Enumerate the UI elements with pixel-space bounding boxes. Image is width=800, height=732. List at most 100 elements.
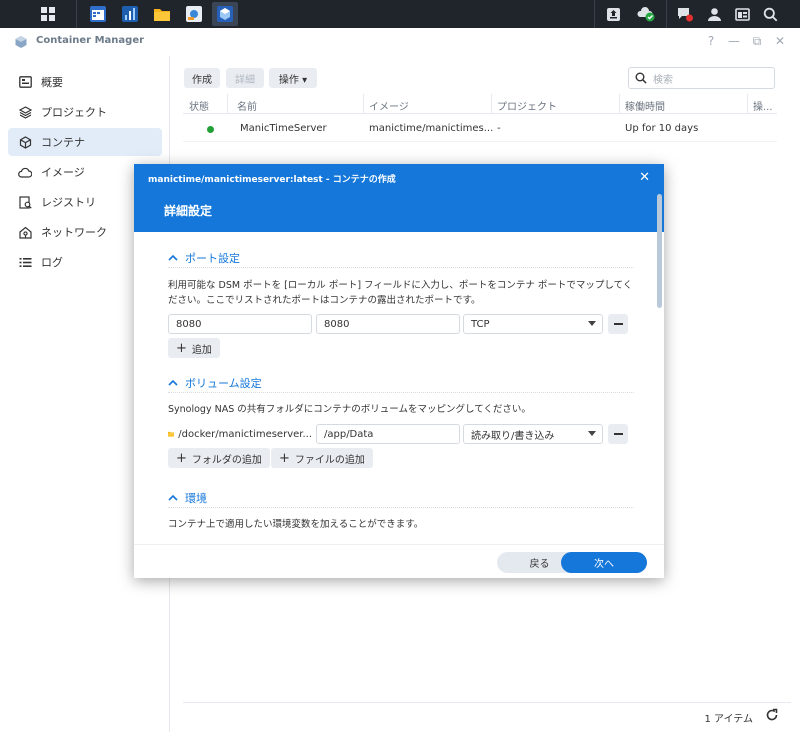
user-button[interactable] [704, 2, 724, 26]
port-settings-header[interactable]: ポート設定 [168, 250, 240, 266]
volume-settings-header[interactable]: ボリューム設定 [168, 375, 262, 391]
minus-icon [613, 323, 623, 325]
remove-port-button[interactable] [608, 314, 628, 334]
storage-app-icon [122, 6, 138, 22]
column-divider [619, 94, 620, 114]
plus-icon: + [279, 450, 290, 466]
taskbar-separator [76, 0, 77, 28]
port-settings-title: ポート設定 [185, 252, 240, 265]
add-folder-button[interactable]: + フォルダの追加 [168, 448, 270, 468]
cloud-sync-icon [637, 7, 655, 22]
maximize-button[interactable]: ⧉ [750, 34, 764, 49]
app-title: Container Manager [36, 35, 145, 46]
upload-button[interactable] [602, 2, 624, 26]
mount-path-input[interactable]: /app/Data [316, 424, 460, 444]
minimize-button[interactable]: — [727, 34, 741, 48]
local-port-input[interactable]: 8080 [168, 314, 312, 334]
sidebar-item-label: ログ [41, 256, 63, 269]
column-divider [491, 94, 492, 114]
notifications-button[interactable] [674, 2, 696, 26]
column-header-status[interactable]: 状態 [189, 98, 209, 113]
log-icon [18, 255, 32, 269]
table-header: 状態 名前 イメージ プロジェクト 稼働時間 操... [183, 94, 777, 114]
add-file-button[interactable]: + ファイルの追加 [271, 448, 373, 468]
environment-title: 環境 [185, 492, 207, 505]
detail-button[interactable]: 詳細 [226, 68, 264, 88]
overview-icon [18, 75, 32, 89]
port-settings-description: 利用可能な DSM ポートを [ローカル ポート] フィールドに入力し、ポートを… [168, 280, 633, 306]
taskbar-app-container-manager[interactable] [212, 2, 238, 26]
folder-app-icon [154, 9, 170, 21]
access-mode-value: 読み取り/書き込み [471, 430, 555, 442]
sidebar-item-container[interactable]: コンテナ [8, 128, 162, 156]
widgets-button[interactable] [732, 2, 752, 26]
container-manager-logo-icon [15, 36, 27, 48]
sidebar-item-overview[interactable]: 概要 [8, 68, 162, 96]
plus-icon: + [176, 450, 187, 466]
volume-folder-value: /docker/manictimeserver... [178, 428, 312, 440]
close-window-button[interactable]: ✕ [773, 34, 787, 48]
container-port-input[interactable]: 8080 [316, 314, 460, 334]
chevron-down-icon [588, 321, 596, 326]
container-uptime: Up for 10 days [625, 123, 699, 134]
action-dropdown[interactable]: 操作 ▾ [269, 68, 317, 88]
container-name: ManicTimeServer [240, 123, 327, 134]
chevron-up-icon [168, 254, 178, 261]
control-panel-app-icon [186, 6, 202, 22]
search-icon [763, 7, 777, 21]
next-button[interactable]: 次へ [561, 552, 647, 573]
refresh-icon [766, 708, 778, 721]
dialog-scrollbar[interactable] [657, 194, 662, 308]
table-row[interactable]: ManicTimeServer manictime/manictimes... … [183, 116, 777, 142]
add-port-button[interactable]: + 追加 [168, 338, 220, 358]
calendar-app-icon [90, 6, 106, 22]
dialog-footer: 戻る 次へ [134, 544, 664, 578]
access-mode-select[interactable]: 読み取り/書き込み [463, 424, 603, 444]
taskbar-app-control-panel[interactable] [182, 2, 206, 26]
create-button[interactable]: 作成 [184, 68, 220, 88]
cloud-sync-button[interactable] [634, 2, 658, 26]
taskbar-app-storage[interactable] [118, 2, 142, 26]
sidebar-item-label: ネットワーク [41, 226, 107, 239]
container-icon [18, 135, 32, 149]
image-cloud-icon [18, 165, 32, 179]
dialog-step-title: 詳細設定 [164, 204, 213, 218]
close-dialog-button[interactable]: ✕ [639, 170, 650, 185]
environment-header[interactable]: 環境 [168, 490, 207, 506]
taskbar-app-calendar[interactable] [86, 2, 110, 26]
column-header-uptime[interactable]: 稼働時間 [625, 98, 665, 113]
column-header-name[interactable]: 名前 [237, 98, 257, 113]
protocol-value: TCP [471, 318, 490, 330]
column-header-image[interactable]: イメージ [369, 98, 409, 113]
section-divider [168, 507, 634, 508]
search-placeholder: 検索 [653, 74, 673, 86]
network-icon [18, 225, 32, 239]
section-divider [168, 392, 634, 393]
column-header-action[interactable]: 操... [753, 98, 773, 113]
sidebar-item-project[interactable]: プロジェクト [8, 98, 162, 126]
create-container-dialog: manictime/manictimeserver:latest - コンテナの… [134, 164, 664, 578]
dialog-header: manictime/manictimeserver:latest - コンテナの… [134, 164, 664, 232]
refresh-button[interactable] [765, 708, 781, 724]
user-icon [707, 7, 721, 21]
minus-icon [613, 433, 623, 435]
chevron-up-icon [168, 379, 178, 386]
volume-folder-path[interactable]: /docker/manictimeserver... [168, 424, 312, 444]
item-count: 1 アイテム [704, 714, 753, 725]
main-menu-button[interactable] [34, 2, 62, 26]
registry-icon [18, 195, 32, 209]
project-icon [18, 105, 32, 119]
chevron-down-icon [588, 431, 596, 436]
window-titlebar: Container Manager ? — ⧉ ✕ [0, 28, 800, 56]
upload-icon [606, 7, 620, 21]
remove-volume-button[interactable] [608, 424, 628, 444]
protocol-select[interactable]: TCP [463, 314, 603, 334]
taskbar-app-file-station[interactable] [150, 2, 174, 26]
column-header-project[interactable]: プロジェクト [497, 98, 557, 113]
search-input[interactable]: 検索 [628, 67, 775, 89]
widgets-icon [734, 7, 750, 21]
add-port-label: 追加 [191, 344, 212, 356]
help-button[interactable]: ? [704, 34, 718, 48]
global-search-button[interactable] [760, 2, 780, 26]
chevron-up-icon [168, 494, 178, 501]
